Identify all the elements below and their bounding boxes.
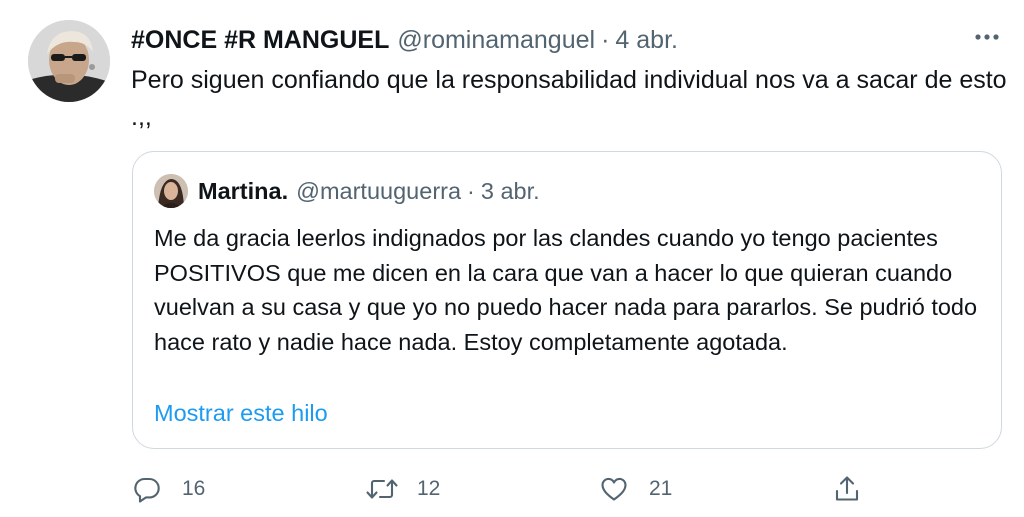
tweet-date[interactable]: 4 abr. (615, 26, 678, 55)
retweet-count: 12 (417, 477, 441, 500)
header-separator: · (601, 25, 610, 54)
quoted-author-avatar-image (154, 174, 188, 208)
tweet-header: #ONCE #R MANGUEL @rominamanguel · 4 abr. (131, 23, 678, 57)
more-horizontal-icon (975, 34, 999, 40)
like-button[interactable]: 21 (599, 471, 672, 507)
author-avatar-image (28, 20, 110, 102)
author-display-name[interactable]: #ONCE #R MANGUEL (131, 26, 389, 55)
heart-icon (601, 477, 627, 501)
quoted-tweet[interactable]: Martina. @martuuguerra · 3 abr. Me da gr… (132, 151, 1002, 449)
more-options-button[interactable] (970, 22, 1004, 52)
reply-count: 16 (182, 477, 206, 500)
tweet-text: Pero siguen confiando que la responsabil… (131, 66, 1007, 131)
quoted-tweet-text: Me da gracia leerlos indignados por las … (154, 225, 978, 355)
share-button[interactable] (832, 471, 862, 507)
tweet-actions: 16 12 21 (0, 471, 1024, 507)
quoted-author-display-name[interactable]: Martina. (198, 178, 288, 205)
author-avatar[interactable] (28, 20, 110, 102)
share-icon (835, 476, 859, 501)
quoted-author-avatar[interactable] (154, 174, 188, 208)
like-count: 21 (649, 477, 673, 500)
author-handle[interactable]: @rominamanguel (397, 26, 595, 55)
show-thread-link[interactable]: Mostrar este hilo (154, 396, 328, 430)
quoted-tweet-date[interactable]: 3 abr. (481, 178, 540, 205)
quoted-tweet-header: Martina. @martuuguerra · 3 abr. (198, 174, 540, 208)
tweet: #ONCE #R MANGUEL @rominamanguel · 4 abr.… (0, 0, 1024, 517)
retweet-icon (366, 479, 398, 499)
reply-icon (134, 477, 160, 503)
quoted-header-separator: · (467, 177, 475, 204)
retweet-button[interactable]: 12 (365, 471, 440, 507)
reply-button[interactable]: 16 (132, 471, 205, 507)
quoted-author-handle[interactable]: @martuuguerra (296, 178, 461, 205)
